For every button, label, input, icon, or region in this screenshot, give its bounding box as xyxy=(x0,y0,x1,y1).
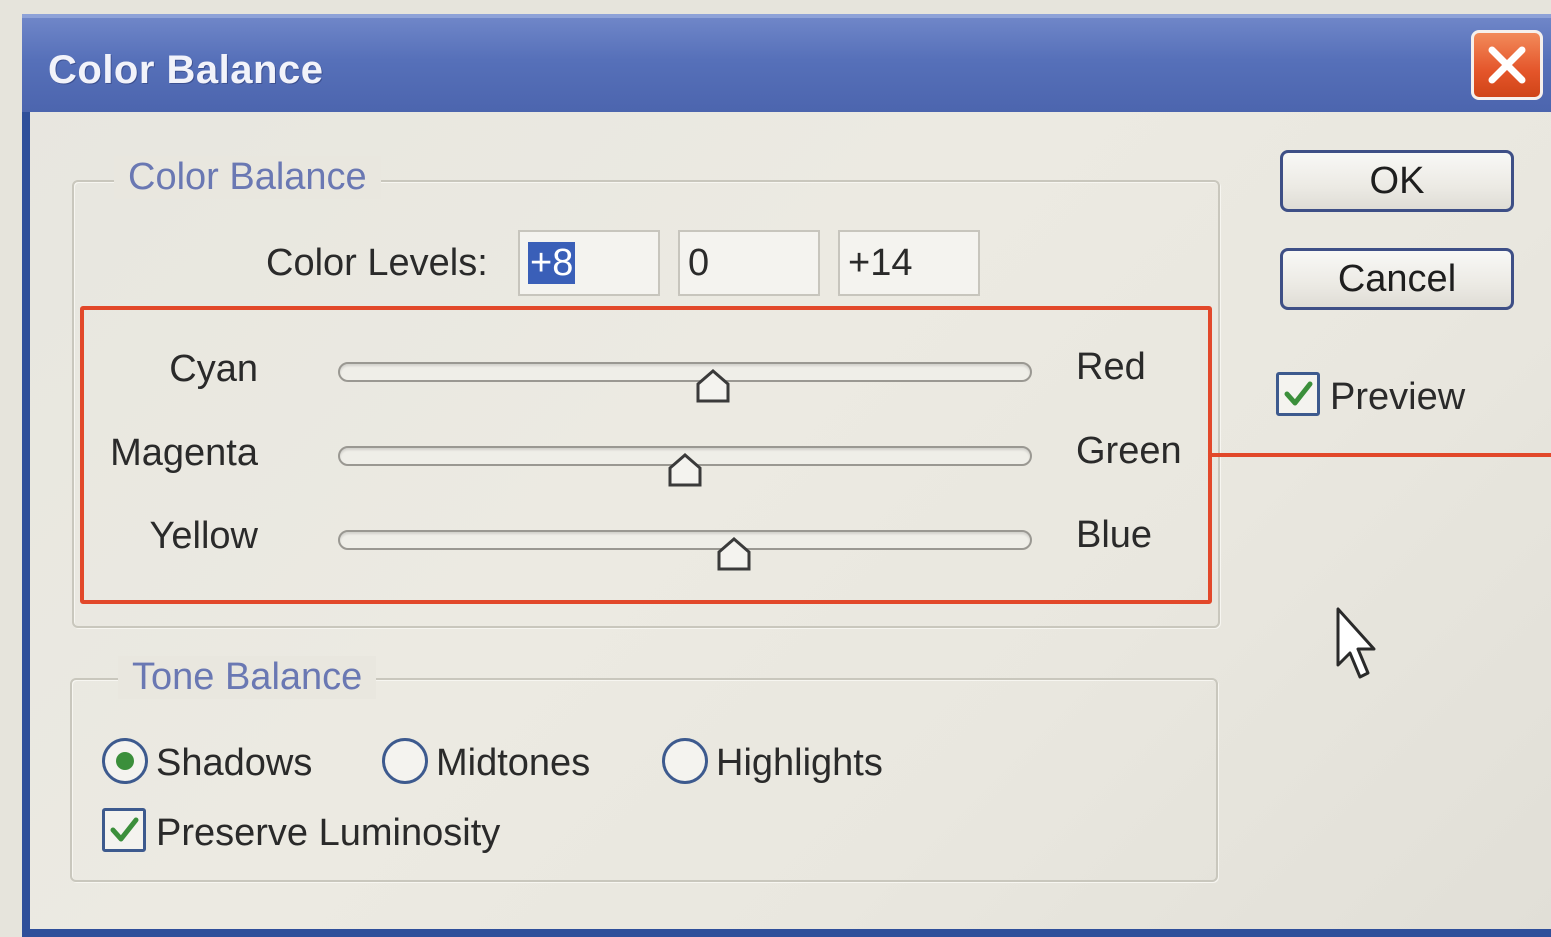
cyan-red-slider-thumb[interactable] xyxy=(695,368,731,404)
slider-yellow-label: Yellow xyxy=(149,515,258,557)
highlight-leader-line xyxy=(1210,453,1551,457)
color-levels-label: Color Levels: xyxy=(266,242,488,284)
color-level-cyan-red-value: +8 xyxy=(528,242,576,284)
highlights-radio[interactable] xyxy=(662,738,708,784)
close-button[interactable] xyxy=(1471,30,1543,100)
color-level-magenta-green-input[interactable]: 0 xyxy=(678,230,820,296)
checkmark-icon xyxy=(110,817,139,842)
ok-button[interactable]: OK xyxy=(1280,150,1514,212)
close-icon xyxy=(1488,46,1526,84)
slider-blue-label: Blue xyxy=(1076,514,1153,556)
slider-magenta-label: Magenta xyxy=(110,432,258,474)
cancel-button[interactable]: Cancel xyxy=(1280,248,1514,310)
cyan-red-slider-track[interactable] xyxy=(338,362,1032,382)
color-level-yellow-blue-value: +14 xyxy=(848,242,913,284)
color-balance-group-title: Color Balance xyxy=(114,156,381,199)
shadows-radio[interactable] xyxy=(102,738,148,784)
dialog-title: Color Balance xyxy=(48,48,324,92)
slider-red-label: Red xyxy=(1076,346,1146,388)
midtones-radio[interactable] xyxy=(382,738,428,784)
radio-selected-dot xyxy=(116,752,134,770)
yellow-blue-slider-track[interactable] xyxy=(338,530,1032,550)
slider-cyan-label: Cyan xyxy=(169,348,258,390)
preserve-luminosity-checkbox[interactable] xyxy=(102,808,146,852)
slider-green-label: Green xyxy=(1076,430,1182,472)
highlights-label[interactable]: Highlights xyxy=(716,742,883,785)
shadows-label[interactable]: Shadows xyxy=(156,742,312,785)
color-level-yellow-blue-input[interactable]: +14 xyxy=(838,230,980,296)
magenta-green-slider-thumb[interactable] xyxy=(667,452,703,488)
preview-label[interactable]: Preview xyxy=(1330,376,1465,419)
midtones-label[interactable]: Midtones xyxy=(436,742,590,785)
mouse-cursor-icon xyxy=(1336,607,1376,679)
checkmark-icon xyxy=(1284,381,1313,406)
preserve-luminosity-label[interactable]: Preserve Luminosity xyxy=(156,812,500,855)
color-level-cyan-red-input[interactable]: +8 xyxy=(518,230,660,296)
yellow-blue-slider-thumb[interactable] xyxy=(716,536,752,572)
color-level-magenta-green-value: 0 xyxy=(688,242,710,284)
preview-checkbox[interactable] xyxy=(1276,372,1320,416)
tone-balance-group-title: Tone Balance xyxy=(118,656,377,699)
